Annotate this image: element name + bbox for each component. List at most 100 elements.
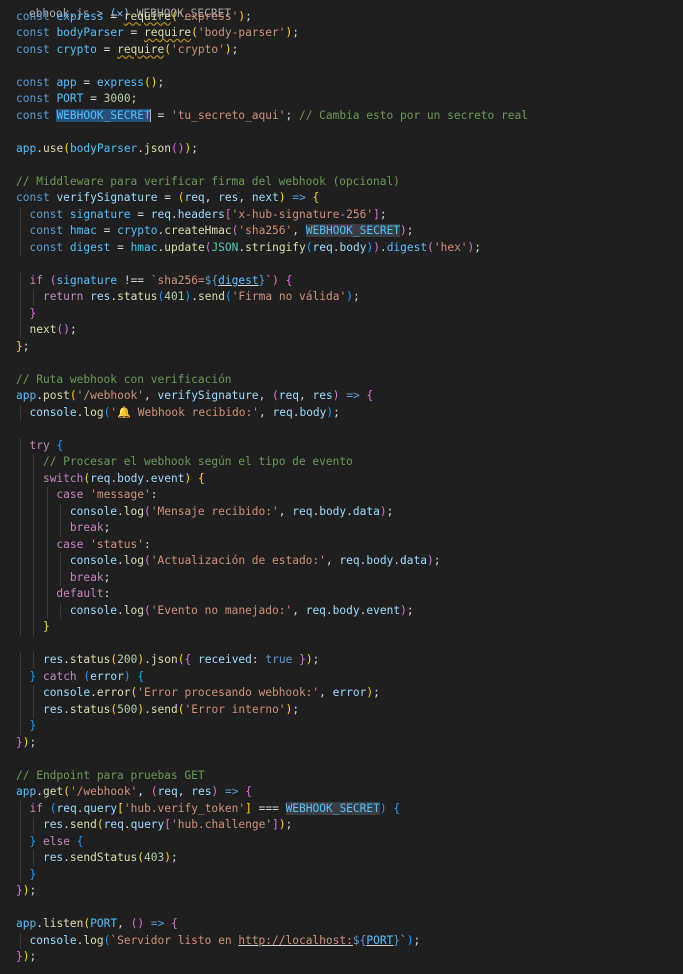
indent-guide <box>20 404 21 421</box>
code-line[interactable]: // Procesar el webhook según el tipo de … <box>0 454 683 471</box>
code-line[interactable]: res.send(req.query['hub.challenge']); <box>0 817 683 834</box>
code-line[interactable]: res.status(500).send('Error interno'); <box>0 701 683 718</box>
code-line[interactable]: console.log(`Servidor listo en http://lo… <box>0 932 683 949</box>
code-line[interactable]: } <box>0 718 683 735</box>
code-line[interactable]: const app = express(); <box>0 75 683 92</box>
code-editor[interactable]: ebhook.js > (✕) WEBHOOK_SECRET const exp… <box>0 0 683 974</box>
code-text: const express = require('express'); <box>16 9 252 23</box>
breadcrumb: ebhook.js > (✕) WEBHOOK_SECRET <box>0 0 231 20</box>
code-line[interactable] <box>0 900 683 917</box>
code-line[interactable]: }; <box>0 339 683 356</box>
code-line[interactable]: console.log('🔔 Webhook recibido:', req.b… <box>0 404 683 421</box>
indent-guide <box>60 520 62 537</box>
code-lines[interactable]: const express = require('express'); const… <box>0 9 683 966</box>
code-text: console.error('Error procesando webhook:… <box>42 686 380 699</box>
code-text: const PORT = 3000; <box>16 92 138 105</box>
code-line[interactable] <box>0 58 683 75</box>
code-line[interactable]: app.listen(PORT, () => { <box>0 916 683 933</box>
indent-guide <box>46 569 48 586</box>
code-line[interactable]: } else { <box>0 833 683 850</box>
indent-guide <box>33 685 35 702</box>
code-text: }; <box>16 339 30 353</box>
code-line[interactable]: app.use(bodyParser.json()); <box>0 141 683 158</box>
indent-guide <box>20 272 21 289</box>
code-line[interactable]: res.status(200).json({ received: true })… <box>0 652 683 669</box>
code-line[interactable] <box>0 355 683 372</box>
code-line[interactable]: console.log('Actualización de estado:', … <box>0 553 683 570</box>
code-line[interactable]: const verifySignature = (req, res, next)… <box>0 190 683 207</box>
indent-guide <box>46 520 48 537</box>
code-line[interactable] <box>0 256 683 273</box>
code-text: const signature = req.headers['x-hub-sig… <box>29 207 387 221</box>
code-line[interactable]: console.error('Error procesando webhook:… <box>0 685 683 702</box>
code-text: console.log('Evento no manejado:', req.b… <box>69 603 414 617</box>
code-text: if (req.query['hub.verify_token'] === WE… <box>29 801 401 815</box>
code-text: const bodyParser = require('body-parser'… <box>16 26 299 39</box>
indent-guide <box>46 586 48 603</box>
code-text: app.use(bodyParser.json()); <box>16 141 198 155</box>
code-line[interactable]: try { <box>0 437 683 454</box>
code-line[interactable]: } <box>0 305 683 322</box>
code-line[interactable]: // Middleware para verificar firma del w… <box>0 174 683 191</box>
code-line[interactable]: const digest = hmac.update(JSON.stringif… <box>0 239 683 256</box>
code-line[interactable]: const crypto = require('crypto'); <box>0 42 683 59</box>
code-line[interactable]: case 'message': <box>0 487 683 504</box>
code-line[interactable]: } <box>0 866 683 883</box>
code-line[interactable]: console.log('Mensaje recibido:', req.bod… <box>0 503 683 520</box>
code-text: // Ruta webhook con verificación <box>16 372 232 386</box>
code-line[interactable]: // Ruta webhook con verificación <box>0 372 683 389</box>
indent-guide <box>20 206 21 223</box>
code-text: app.get('/webhook', (req, res) => { <box>16 785 252 798</box>
code-line[interactable] <box>0 421 683 438</box>
code-line[interactable]: switch(req.body.event) { <box>0 470 683 487</box>
indent-guide <box>20 833 21 850</box>
indent-guide <box>46 487 48 504</box>
indent-guide <box>46 602 48 619</box>
code-line[interactable]: case 'status': <box>0 536 683 553</box>
code-line[interactable]: if (signature !== `sha256=${digest}`) { <box>0 272 683 289</box>
code-line[interactable]: const bodyParser = require('body-parser'… <box>0 25 683 42</box>
indent-guide <box>20 652 21 669</box>
code-text: app.listen(PORT, () => { <box>16 917 178 930</box>
indent-guide <box>20 487 21 504</box>
code-line[interactable]: break; <box>0 520 683 537</box>
code-line[interactable]: const express = require('express'); <box>0 9 683 26</box>
code-line[interactable]: default: <box>0 586 683 603</box>
code-text: const verifySignature = (req, res, next)… <box>16 191 320 204</box>
code-text: const WEBHOOK_SECRET = 'tu_secreto_aqui'… <box>16 108 528 122</box>
indent-guide <box>33 470 35 487</box>
code-line[interactable]: } catch (error) { <box>0 668 683 685</box>
indent-guide <box>20 932 21 949</box>
code-line[interactable]: app.post('/webhook', verifySignature, (r… <box>0 388 683 405</box>
code-line[interactable]: return res.status(401).send('Firma no vá… <box>0 289 683 306</box>
code-line[interactable]: const signature = req.headers['x-hub-sig… <box>0 206 683 223</box>
indent-guide <box>33 652 35 669</box>
indent-guide <box>20 850 21 867</box>
code-line[interactable]: next(); <box>0 322 683 339</box>
code-line[interactable] <box>0 157 683 174</box>
indent-guide <box>20 289 21 306</box>
code-line[interactable]: }); <box>0 735 683 752</box>
code-line[interactable]: app.get('/webhook', (req, res) => { <box>0 784 683 801</box>
code-line[interactable]: const hmac = crypto.createHmac('sha256',… <box>0 223 683 240</box>
indent-guide <box>33 586 35 603</box>
code-line[interactable]: const WEBHOOK_SECRET = 'tu_secreto_aqui'… <box>0 108 683 125</box>
indent-guide <box>20 685 21 702</box>
code-line[interactable]: res.sendStatus(403); <box>0 850 683 867</box>
code-line[interactable] <box>0 124 683 141</box>
code-line[interactable]: }); <box>0 883 683 900</box>
indent-guide <box>20 437 21 454</box>
code-line[interactable]: const PORT = 3000; <box>0 91 683 108</box>
code-line[interactable]: break; <box>0 569 683 586</box>
code-line[interactable] <box>0 636 683 653</box>
indent-guide <box>20 586 21 603</box>
indent-guide <box>20 322 21 339</box>
code-line[interactable]: }); <box>0 949 683 966</box>
code-line[interactable]: } <box>0 619 683 636</box>
indent-guide <box>20 305 21 322</box>
code-line[interactable]: if (req.query['hub.verify_token'] === WE… <box>0 800 683 817</box>
code-text: const crypto = require('crypto'); <box>16 42 239 56</box>
code-line[interactable] <box>0 751 683 768</box>
code-line[interactable]: // Endpoint para pruebas GET <box>0 768 683 785</box>
code-line[interactable]: console.log('Evento no manejado:', req.b… <box>0 602 683 619</box>
